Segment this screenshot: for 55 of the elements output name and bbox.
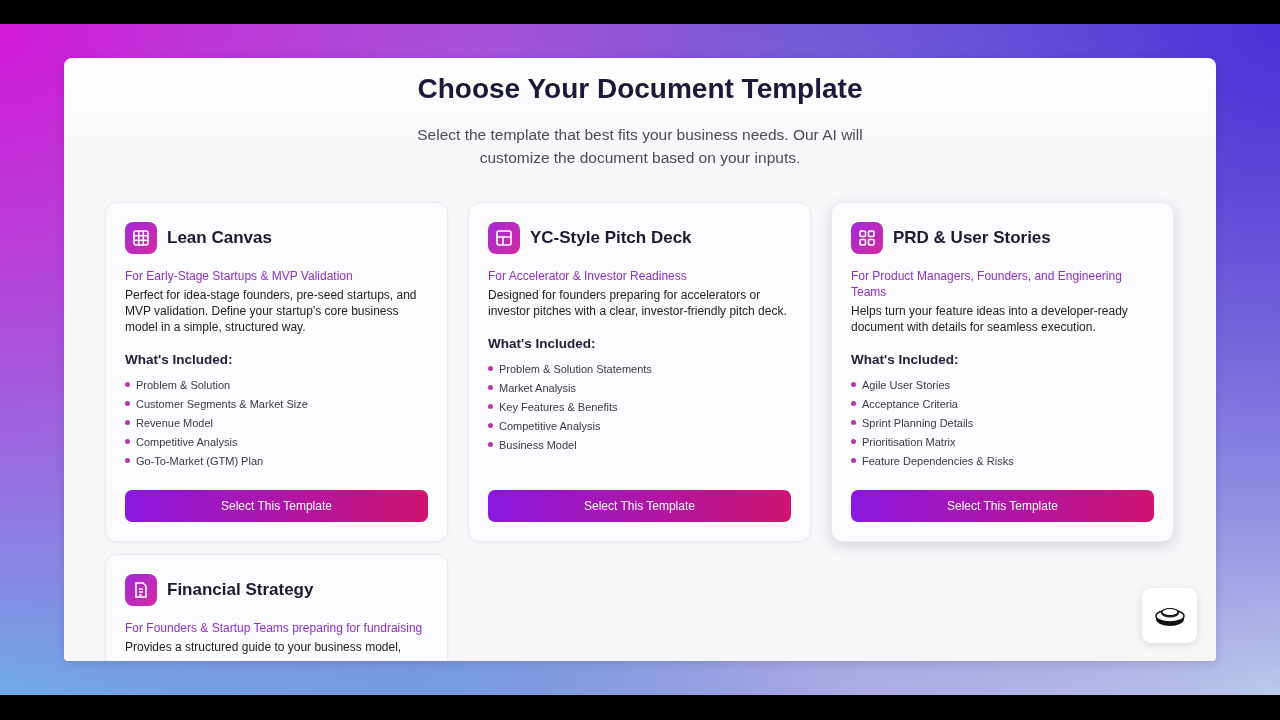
bullet-icon xyxy=(488,385,493,390)
select-template-button[interactable]: Select This Template xyxy=(488,490,791,522)
template-description: Perfect for idea-stage founders, pre-seed startups, and MVP validation. Define your startup's core business model in a simple, structured way. xyxy=(125,287,418,335)
bullet-icon xyxy=(125,382,130,387)
included-item: Competitive Analysis xyxy=(499,419,601,432)
bullet-icon xyxy=(488,366,493,371)
document-icon xyxy=(132,581,150,599)
included-item: Revenue Model xyxy=(136,416,214,429)
included-item: Feature Dependencies & Risks xyxy=(862,454,1014,467)
template-audience: For Accelerator & Investor Readiness xyxy=(488,268,688,284)
included-heading: What's Included: xyxy=(125,352,234,367)
included-item: Customer Segments & Market Size xyxy=(136,397,308,410)
template-audience: For Founders & Startup Teams preparing for fundraising xyxy=(125,620,424,636)
page-title: Choose Your Document Template xyxy=(416,72,864,106)
bullet-icon xyxy=(125,439,130,444)
included-item: Go-To-Market (GTM) Plan xyxy=(136,454,264,467)
included-heading: What's Included: xyxy=(851,352,960,367)
bullet-icon xyxy=(488,442,493,447)
page-subtitle: Select the template that best fits your business needs. Our AI will customize the document based on your inputs. xyxy=(416,125,864,168)
grid-icon xyxy=(132,229,150,247)
select-template-button[interactable]: Select This Template xyxy=(125,490,428,522)
bullet-icon xyxy=(488,404,493,409)
included-item: Agile User Stories xyxy=(862,378,951,391)
included-item: Competitive Analysis xyxy=(136,435,238,448)
included-item: Market Analysis xyxy=(499,381,577,394)
bullet-icon xyxy=(851,458,856,463)
bullet-icon xyxy=(125,401,130,406)
bullet-icon xyxy=(851,420,856,425)
layout-icon xyxy=(495,229,513,247)
select-template-button[interactable]: Select This Template xyxy=(851,490,1154,522)
template-title: Lean Canvas xyxy=(167,228,272,248)
bullet-icon xyxy=(851,439,856,444)
template-description: Helps turn your feature ideas into a developer-ready document with details for seamless execution. xyxy=(851,303,1129,335)
included-item: Problem & Solution Statements xyxy=(499,362,652,375)
included-heading: What's Included: xyxy=(488,336,597,351)
squares-icon xyxy=(858,229,876,247)
template-title: PRD & User Stories xyxy=(893,228,1051,248)
bullet-icon xyxy=(488,423,493,428)
included-item: Problem & Solution xyxy=(136,378,231,391)
bullet-icon xyxy=(125,458,130,463)
template-description: Provides a structured guide to your business model, xyxy=(125,639,403,655)
template-title: YC-Style Pitch Deck xyxy=(530,228,692,248)
bullet-icon xyxy=(851,401,856,406)
template-audience: For Product Managers, Founders, and Engineering Teams xyxy=(851,268,1123,300)
included-item: Sprint Planning Details xyxy=(862,416,974,429)
floating-action-button[interactable] xyxy=(1142,588,1197,643)
included-item: Key Features & Benefits xyxy=(499,400,618,413)
included-item: Prioritisation Matrix xyxy=(862,435,956,448)
template-description: Designed for founders preparing for accelerators or investor pitches with a clear, investor-friendly pitch deck. xyxy=(488,287,788,319)
template-title: Financial Strategy xyxy=(167,580,314,600)
template-audience: For Early-Stage Startups & MVP Validation xyxy=(125,268,354,284)
included-item: Acceptance Criteria xyxy=(862,397,958,410)
included-item: Business Model xyxy=(499,438,577,451)
bullet-icon xyxy=(125,420,130,425)
bullet-icon xyxy=(851,382,856,387)
